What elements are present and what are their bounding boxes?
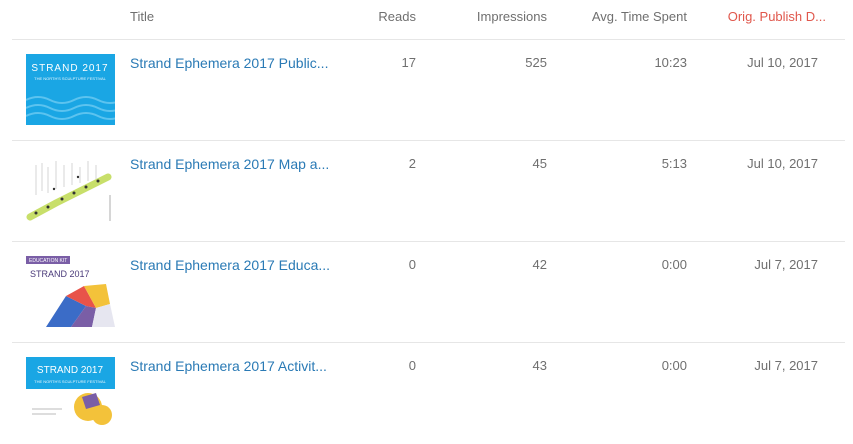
impressions-value: 42 <box>532 257 547 272</box>
thumbnail-brand-text: STRAND 2017 <box>30 269 90 279</box>
document-thumbnail[interactable]: STRAND 2017 THE NORTH'S SCULPTURE FESTIV… <box>26 54 115 125</box>
document-title-link[interactable]: Strand Ephemera 2017 Map a... <box>130 156 329 172</box>
impressions-value: 525 <box>525 55 547 70</box>
document-title-link[interactable]: Strand Ephemera 2017 Educa... <box>130 257 330 273</box>
reads-value: 17 <box>401 55 416 70</box>
table-row[interactable]: Strand Ephemera 2017 Map a... 2 45 5:13 … <box>12 140 845 242</box>
document-thumbnail[interactable]: EDUCATION KIT STRAND 2017 <box>26 256 115 327</box>
avg-time-value: 0:00 <box>661 358 687 373</box>
column-header-title[interactable]: Title <box>130 9 154 24</box>
avg-time-value: 0:00 <box>661 257 687 272</box>
thumbnail-brand-text: STRAND 2017 <box>37 365 104 376</box>
table-header: Title Reads Impressions Avg. Time Spent … <box>0 0 853 38</box>
reads-value: 2 <box>408 156 416 171</box>
document-thumbnail[interactable] <box>26 155 115 226</box>
thumbnail-brand-text: STRAND 2017 <box>31 63 108 74</box>
avg-time-value: 10:23 <box>654 55 687 70</box>
thumbnail-tagline-text: THE NORTH'S SCULPTURE FESTIVAL <box>34 76 107 81</box>
table-row[interactable]: STRAND 2017 THE NORTH'S SCULPTURE FESTIV… <box>12 342 845 444</box>
table-row[interactable]: STRAND 2017 THE NORTH'S SCULPTURE FESTIV… <box>12 39 845 141</box>
document-thumbnail[interactable]: STRAND 2017 THE NORTH'S SCULPTURE FESTIV… <box>26 357 115 428</box>
publish-date-value: Jul 10, 2017 <box>747 55 818 70</box>
publish-date-value: Jul 7, 2017 <box>754 358 818 373</box>
reads-value: 0 <box>408 358 416 373</box>
publish-date-value: Jul 7, 2017 <box>754 257 818 272</box>
document-title-link[interactable]: Strand Ephemera 2017 Activit... <box>130 358 327 374</box>
thumbnail-badge-text: EDUCATION KIT <box>29 258 67 264</box>
table-row[interactable]: EDUCATION KIT STRAND 2017 Strand Ephemer… <box>12 241 845 343</box>
column-header-reads[interactable]: Reads <box>378 9 416 24</box>
column-header-impressions[interactable]: Impressions <box>477 9 547 24</box>
column-header-avg-time[interactable]: Avg. Time Spent <box>592 9 687 24</box>
reads-value: 0 <box>408 257 416 272</box>
column-header-publish-date[interactable]: Orig. Publish D... <box>728 9 826 24</box>
thumbnail-tagline-text: THE NORTH'S SCULPTURE FESTIVAL <box>34 379 107 384</box>
impressions-value: 43 <box>532 358 547 373</box>
avg-time-value: 5:13 <box>661 156 687 171</box>
document-title-link[interactable]: Strand Ephemera 2017 Public... <box>130 55 328 71</box>
impressions-value: 45 <box>532 156 547 171</box>
publish-date-value: Jul 10, 2017 <box>747 156 818 171</box>
